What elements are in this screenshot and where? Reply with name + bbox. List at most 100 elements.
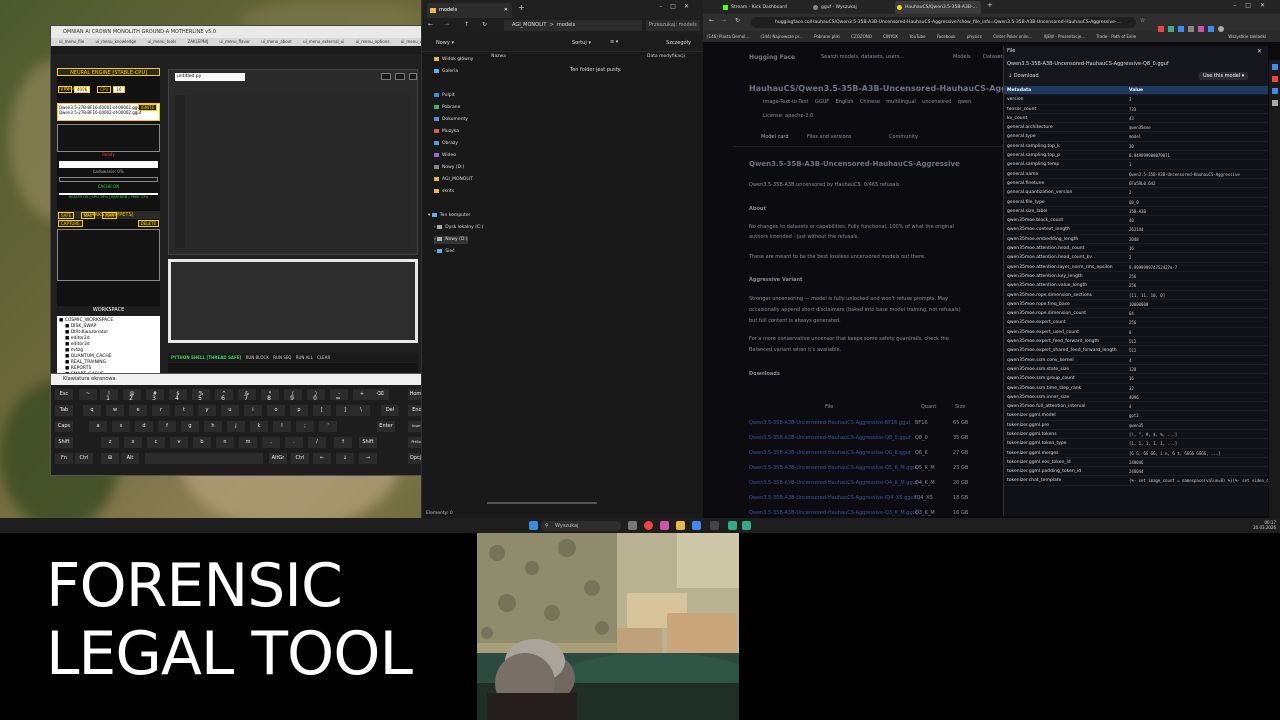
download-file-link[interactable]: Qwen3.5-35B-A3B-Uncensored-HauhauCS-Aggr…	[749, 420, 910, 426]
menu-item[interactable]: ui_menu_about	[261, 39, 292, 44]
menu-item[interactable]: ZAKLEPNIJ	[188, 39, 209, 44]
delete-button[interactable]: DELETE	[137, 220, 159, 227]
taskview-icon[interactable]	[628, 521, 637, 530]
key[interactable]: ↓	[336, 453, 354, 464]
clock[interactable]: 00:17 20.03.2026	[1253, 520, 1276, 530]
key[interactable]: y	[198, 405, 216, 416]
key[interactable]: Enter	[377, 421, 395, 432]
window-controls[interactable]: –□✕	[659, 3, 697, 10]
bookmark[interactable]: physics	[967, 34, 982, 39]
key[interactable]: b	[193, 437, 211, 448]
editor-button[interactable]	[381, 73, 391, 80]
sidebar-icon[interactable]	[1271, 88, 1278, 94]
key[interactable]: Alt	[121, 453, 139, 464]
clear-button[interactable]: CLEAR	[317, 355, 330, 360]
menu-item[interactable]: ui_menu_window	[401, 39, 421, 44]
key[interactable]: u	[221, 405, 239, 416]
editor-button[interactable]	[409, 73, 417, 80]
extension-icons[interactable]	[1158, 17, 1268, 32]
key[interactable]: j	[227, 421, 245, 432]
key-digit[interactable]: 3	[149, 394, 159, 405]
key[interactable]: /	[308, 437, 326, 448]
download-file-link[interactable]: Qwen3.5-35B-A3B-Uncensored-HauhauCS-Aggr…	[749, 510, 918, 516]
up-icon[interactable]: ↑	[464, 21, 469, 28]
key[interactable]: s	[112, 421, 130, 432]
details-button[interactable]: Szczegóły	[666, 40, 691, 46]
col-name[interactable]: Nazwa	[491, 54, 506, 59]
key[interactable]: Del	[381, 405, 399, 416]
hf-nav-models[interactable]: Models	[953, 54, 971, 60]
tab-files[interactable]: Files and versions	[807, 134, 851, 140]
search-input[interactable]: Przeszukaj: models	[646, 20, 700, 31]
key[interactable]: \	[352, 405, 370, 416]
nav-item[interactable]: Muzyka	[434, 128, 459, 136]
menu-item[interactable]: ui_menu_file	[59, 39, 84, 44]
taskbar-search[interactable]: ⚲ Wyszukaj	[541, 521, 621, 531]
menu-item[interactable]: ui_menu_tools	[148, 39, 177, 44]
hf-logo[interactable]: Hugging Face	[749, 54, 795, 61]
editor-button[interactable]	[395, 73, 405, 80]
nav-item[interactable]: Wideo	[434, 152, 456, 160]
address-bar[interactable]: AGI_MONOLIT > models	[504, 20, 642, 31]
tab-community[interactable]: Community	[889, 134, 918, 140]
key[interactable]: +	[353, 389, 371, 400]
forward-icon[interactable]: →	[721, 17, 726, 24]
key[interactable]: v	[170, 437, 188, 448]
nav-item[interactable]: Widok główny	[434, 56, 473, 64]
explorer-tab[interactable]: models ✕	[427, 3, 512, 18]
nav-item[interactable]: Pulpit	[434, 92, 455, 100]
bookmark[interactable]: Cinter Poker onlin...	[993, 34, 1032, 39]
browser-tab[interactable]: gguf - Wyszukaj	[811, 1, 891, 14]
key[interactable]: n	[216, 437, 234, 448]
view-button[interactable]: ≡ ▾	[610, 39, 618, 45]
bookmark[interactable]: Facebook	[937, 34, 956, 39]
run-block-button[interactable]: RUN BLOCK	[246, 355, 269, 360]
download-file-link[interactable]: Qwen3.5-35B-A3B-Uncensored-HauhauCS-Aggr…	[749, 495, 915, 501]
key[interactable]: x	[124, 437, 142, 448]
key-digit[interactable]: 7	[241, 394, 251, 405]
bookmark[interactable]: (144) Najnowsze pr...	[760, 34, 802, 39]
refresh-icon[interactable]: ↻	[482, 21, 487, 28]
explorer-icon[interactable]	[676, 521, 685, 530]
bookmark[interactable]: YouTube	[909, 34, 925, 39]
run-seq-button[interactable]: RUN SEQ	[273, 355, 291, 360]
key[interactable]: Shift	[55, 437, 73, 448]
code-area[interactable]	[185, 95, 411, 248]
key[interactable]: →	[359, 453, 377, 464]
key[interactable]: o	[267, 405, 285, 416]
close-icon[interactable]: ✕	[1257, 48, 1262, 55]
key[interactable]: h	[204, 421, 222, 432]
bookmark[interactable]: CINYOX	[883, 34, 898, 39]
window-controls[interactable]: –□✕	[1233, 2, 1274, 9]
key[interactable]: ⌫	[371, 389, 389, 400]
bookmark[interactable]: Wszystkie zakładki	[1228, 31, 1266, 42]
bookmark[interactable]: (146) Piasta Demol...	[707, 34, 749, 39]
key[interactable]: ↑	[334, 437, 352, 448]
menu-item[interactable]: ui_menu_options	[356, 39, 390, 44]
bookmark[interactable]: CZOZONO	[851, 34, 872, 39]
menu-item[interactable]: ui_menu_knowledge	[95, 39, 136, 44]
bookmark[interactable]: XJEW - Prezentacje...	[1044, 34, 1085, 39]
download-file-link[interactable]: Qwen3.5-35B-A3B-Uncensored-HauhauCS-Aggr…	[749, 480, 918, 486]
quarks-list[interactable]	[57, 229, 160, 281]
key[interactable]: d	[135, 421, 153, 432]
key-digit[interactable]: 4	[172, 394, 182, 405]
hf-search[interactable]: Search models, datasets, users...	[821, 54, 904, 60]
nav-item[interactable]: ▾ Ten komputer	[428, 212, 470, 220]
code-editor[interactable]: untitled.py	[168, 69, 418, 255]
forward-icon[interactable]: →	[444, 21, 449, 28]
menu-item[interactable]: ui_menu_flavor	[219, 39, 250, 44]
key-digit[interactable]: 1	[103, 394, 113, 405]
bookmark[interactable]: Pobrane pliki	[814, 34, 840, 39]
nav-item[interactable]: Pobrane	[434, 104, 460, 112]
nav-item[interactable]: skrits	[434, 188, 454, 196]
nav-item[interactable]: Obrazy	[434, 140, 458, 148]
key-digit[interactable]: 2	[126, 394, 136, 405]
key[interactable]: a	[89, 421, 107, 432]
new-button[interactable]: Nowy ▾	[436, 40, 454, 46]
sidebar-icon[interactable]	[1271, 64, 1278, 70]
url-bar[interactable]: huggingface.co/HauhauCS/Qwen3.5-35B-A3B-…	[751, 17, 1136, 28]
key[interactable]: p	[290, 405, 308, 416]
key-digit[interactable]: 5	[195, 394, 205, 405]
hf-nav-datasets[interactable]: Datasets	[983, 54, 1005, 60]
